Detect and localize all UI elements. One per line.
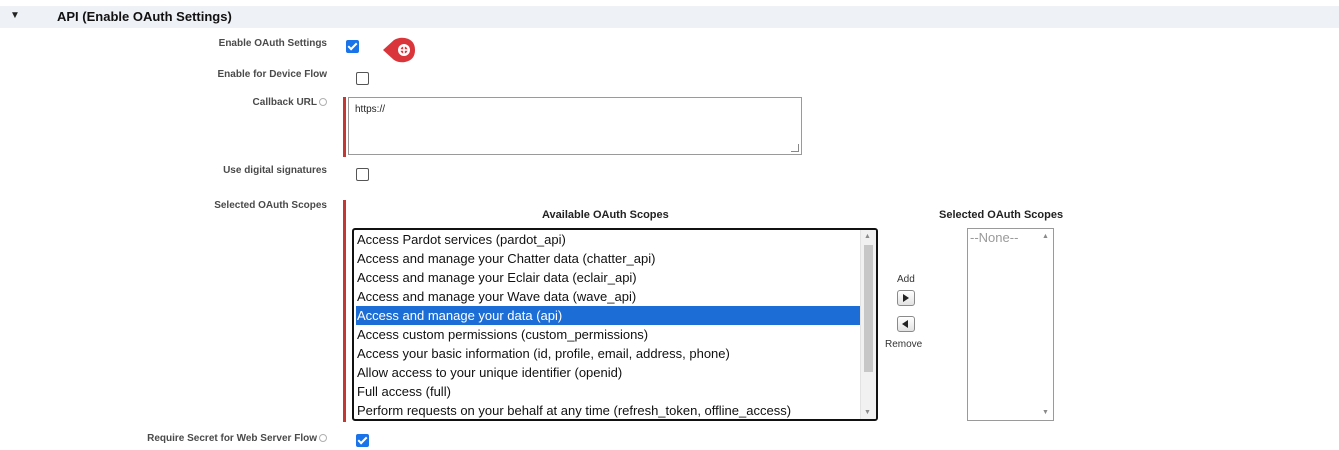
required-indicator [343, 200, 346, 422]
scope-option[interactable]: Access custom permissions (custom_permis… [356, 325, 648, 344]
callback-url-label: Callback URL [253, 97, 327, 108]
section-header[interactable]: ▼ API (Enable OAuth Settings) [0, 6, 1339, 28]
digital-signatures-label: Use digital signatures [223, 165, 327, 176]
selected-scopes-listbox[interactable]: --None-- ▲ ▼ [967, 228, 1054, 421]
triangle-down-icon[interactable]: ▼ [10, 10, 20, 21]
scope-option[interactable]: Access and manage your Chatter data (cha… [356, 249, 655, 268]
available-scopes-listbox[interactable]: Access Pardot services (pardot_api) Acce… [352, 228, 878, 421]
scope-option-selected[interactable]: Access and manage your data (api) [356, 306, 860, 325]
callback-url-input[interactable]: https:// [348, 97, 802, 155]
scope-option[interactable]: Full access (full) [356, 382, 451, 401]
scrollbar[interactable]: ▲ ▼ [1039, 229, 1053, 420]
section-title: API (Enable OAuth Settings) [57, 9, 232, 24]
scope-option[interactable]: Access your basic information (id, profi… [356, 344, 730, 363]
scroll-up-icon[interactable]: ▲ [864, 233, 871, 240]
resize-grip-icon[interactable] [791, 144, 799, 152]
scope-option[interactable]: Allow access to your unique identifier (… [356, 363, 622, 382]
require-secret-label: Require Secret for Web Server Flow [147, 433, 327, 444]
selected-scope-option[interactable]: --None-- [970, 230, 1018, 245]
oauth-scopes-label: Selected OAuth Scopes [214, 200, 327, 211]
device-flow-checkbox[interactable] [356, 72, 369, 85]
device-flow-label: Enable for Device Flow [217, 69, 327, 80]
add-button[interactable] [897, 290, 915, 306]
add-label: Add [897, 274, 915, 285]
available-scopes-title: Available OAuth Scopes [542, 209, 669, 221]
required-indicator [343, 97, 346, 157]
scope-option[interactable]: Perform requests on your behalf at any t… [356, 401, 791, 419]
scrollbar[interactable]: ▲ ▼ [860, 230, 876, 419]
info-icon[interactable] [319, 98, 327, 107]
arrow-left-icon [902, 320, 908, 328]
scroll-down-icon[interactable]: ▼ [1042, 409, 1049, 416]
scroll-up-icon[interactable]: ▲ [1042, 233, 1049, 240]
info-icon[interactable] [319, 434, 327, 443]
scope-option[interactable]: Access and manage your Eclair data (ecla… [356, 268, 637, 287]
scrollbar-thumb[interactable] [864, 245, 873, 372]
enable-oauth-checkbox[interactable] [346, 40, 359, 53]
require-secret-checkbox[interactable] [356, 434, 369, 447]
enable-oauth-label: Enable OAuth Settings [218, 38, 327, 49]
arrow-right-icon [903, 294, 909, 302]
selected-scopes-title: Selected OAuth Scopes [939, 209, 1064, 221]
callback-url-value: https:// [355, 104, 386, 115]
scope-option[interactable]: Access and manage your Wave data (wave_a… [356, 287, 636, 306]
remove-label: Remove [885, 339, 923, 350]
digital-signatures-checkbox[interactable] [356, 168, 369, 181]
remove-button[interactable] [897, 316, 915, 332]
scroll-down-icon[interactable]: ▼ [864, 409, 871, 416]
pointer-marker-icon [383, 37, 415, 63]
scope-option[interactable]: Access Pardot services (pardot_api) [356, 230, 566, 249]
